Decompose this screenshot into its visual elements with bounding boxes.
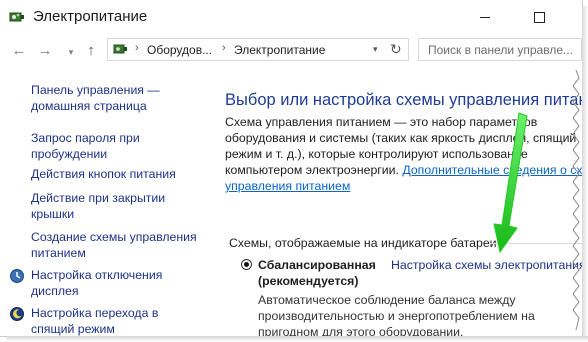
breadcrumb-separator: › [222,42,226,54]
refresh-icon[interactable]: ↻ [390,41,402,58]
minimize-icon [480,16,490,18]
breadcrumb-separator: › [135,42,139,54]
search-placeholder: Поиск в панели управле... [428,43,574,57]
sidebar-item-home[interactable]: Панель управления — домашняя страница [31,82,160,114]
balanced-plan-radio[interactable] [241,259,252,270]
page-description: Схема управления питанием — это набор па… [225,114,582,194]
sidebar-item-label: Панель управления — [31,83,160,97]
breadcrumb-hardware[interactable]: Оборудов... [147,43,212,57]
description-line: режим и т. д.), которые контролируют исп… [225,147,528,161]
sidebar-item-label: домашняя страница [31,99,147,113]
address-bar[interactable]: › Оборудов... › Электропитание ▾ ↻ [107,38,409,61]
sidebar: Панель управления — домашняя страница За… [0,66,200,336]
description-text: компьютером электроэнергии. [225,163,399,177]
window-shadow-right [582,6,588,342]
sidebar-item-label: пробуждении [31,147,108,161]
plan-description-line: Автоматическое соблюдение баланса между [258,293,516,307]
sidebar-item-label: питанием [31,246,86,260]
window-shadow-bottom [6,336,588,342]
breadcrumb-power-options[interactable]: Электропитание [234,43,325,57]
maximize-icon [533,11,545,23]
arrow-up-icon: ↑ [87,41,95,59]
control-panel-window: Электропитание ← → ▾ ↑ › Оборудов... › Э… [0,0,583,337]
plan-description: Автоматическое соблюдение баланса между … [258,292,578,336]
sidebar-item-label: Действия кнопок питания [31,167,176,181]
minimize-button[interactable] [462,2,508,32]
description-line: оборудования и системы (таких как яркост… [225,131,577,145]
navigation-bar: ← → ▾ ↑ › Оборудов... › Электропитание ▾… [0,34,582,66]
more-info-link[interactable]: Дополнительные сведения о схемах [402,163,582,177]
chevron-down-icon: ▾ [68,46,74,57]
description-line: Схема управления питанием — это набор па… [225,115,538,129]
sidebar-item-create-plan[interactable]: Создание схемы управления питанием [31,229,197,261]
sidebar-item-label: Настройка перехода в [31,306,159,320]
sidebar-item-label: крышки [31,207,75,221]
sidebar-item-lid-close[interactable]: Действие при закрытии крышки [31,190,165,222]
sleep-icon [10,307,24,321]
arrow-right-icon: → [37,41,53,59]
maximize-button[interactable] [516,2,562,32]
power-options-icon [9,12,24,22]
arrow-left-icon: ← [11,41,27,59]
sidebar-item-label: дисплея [31,284,79,298]
sidebar-item-label: спящий режим [31,322,115,336]
sidebar-item-label: Запрос пароля при [31,131,140,145]
sidebar-item-label: Действие при закрытии [31,191,166,205]
back-button[interactable]: ← [8,40,30,60]
description-line: компьютером электроэнергии. Дополнительн… [225,162,582,178]
recent-locations-button[interactable]: ▾ [60,42,82,62]
sidebar-item-label: Создание схемы управления [31,230,197,244]
sidebar-item-power-buttons[interactable]: Действия кнопок питания [31,166,176,182]
title-bar: Электропитание [0,0,582,34]
control-panel-icon [113,44,127,54]
balanced-plan-name[interactable]: Сбалансированная (рекомендуется) [258,257,376,289]
more-info-link-continued[interactable]: управления питанием [225,179,350,193]
description-line: управления питанием [225,178,580,194]
page-title: Выбор или настройка схемы управления пит… [225,91,583,109]
forward-button[interactable]: → [34,40,56,60]
plan-name-line: (рекомендуется) [258,274,359,288]
window-title: Электропитание [33,8,148,25]
sidebar-item-display-off[interactable]: Настройка отключения дисплея [31,267,162,299]
address-dropdown-icon[interactable]: ▾ [373,44,378,55]
torn-edge [572,70,580,330]
plan-settings-link[interactable]: Настройка схемы электропитания [391,258,582,272]
display-off-icon [10,269,24,283]
search-box[interactable]: Поиск в панели управле... [418,38,582,61]
plan-description-line: производительностью и энергопотреблением… [258,309,535,323]
battery-plans-header: Схемы, отображаемые на индикаторе батаре… [229,236,497,250]
up-button[interactable]: ↑ [80,40,102,60]
radio-selected-dot [244,262,249,267]
plan-name-line: Сбалансированная [258,258,376,272]
sidebar-item-label: Настройка отключения [31,268,163,282]
group-divider [490,243,582,244]
sidebar-item-sleep[interactable]: Настройка перехода в спящий режим [31,305,158,336]
sidebar-item-wakeup-password[interactable]: Запрос пароля при пробуждении [31,130,140,162]
